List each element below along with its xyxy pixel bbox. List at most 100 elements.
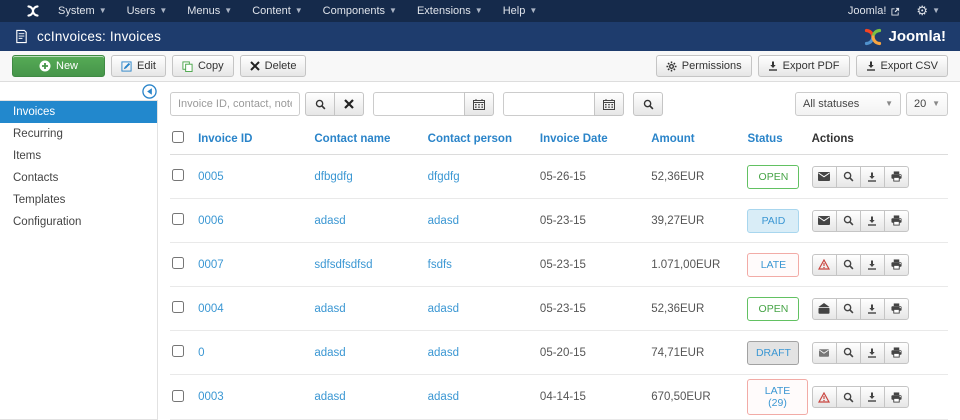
contact-name-link[interactable]: adasd <box>314 391 345 403</box>
status-badge[interactable]: OPEN <box>747 164 800 189</box>
print-button[interactable] <box>883 253 909 276</box>
contact-name-link[interactable]: adasd <box>314 303 345 315</box>
sidebar-item-templates[interactable]: Templates <box>0 189 157 211</box>
new-button[interactable]: New <box>12 55 106 77</box>
sidebar-collapse-button[interactable] <box>142 84 157 99</box>
preview-button[interactable] <box>835 209 861 232</box>
export-csv-button[interactable]: Export CSV <box>855 55 948 77</box>
sort-contact-name[interactable]: Contact name <box>314 133 390 145</box>
menu-content[interactable]: Content ▼ <box>242 5 312 17</box>
preview-button[interactable] <box>835 253 861 276</box>
sort-invoice-date[interactable]: Invoice Date <box>540 133 608 145</box>
permissions-button[interactable]: Permissions <box>655 55 752 77</box>
print-button[interactable] <box>883 341 909 364</box>
date-to-calendar-button[interactable] <box>594 92 624 116</box>
print-button[interactable] <box>883 386 909 408</box>
search-button[interactable] <box>305 92 335 116</box>
menu-help[interactable]: Help ▼ <box>493 5 548 17</box>
date-from-input[interactable] <box>373 92 465 116</box>
row-checkbox[interactable] <box>172 345 184 357</box>
print-button[interactable] <box>883 209 909 232</box>
invoice-id-link[interactable]: 0004 <box>198 303 224 315</box>
preview-button[interactable] <box>835 386 861 408</box>
overdue-warning-button[interactable] <box>811 386 837 408</box>
download-icon <box>867 172 877 182</box>
email-sent-button[interactable] <box>811 297 837 320</box>
edit-button[interactable]: Edit <box>111 55 166 77</box>
contact-person-link[interactable]: adasd <box>428 303 459 315</box>
download-button[interactable] <box>859 253 885 276</box>
contact-name-link[interactable]: adasd <box>314 347 345 359</box>
sort-amount[interactable]: Amount <box>651 133 694 145</box>
contact-person-link[interactable]: adasd <box>428 215 459 227</box>
contact-person-link[interactable]: adasd <box>428 347 459 359</box>
date-search-button[interactable] <box>633 92 663 116</box>
download-button[interactable] <box>859 341 885 364</box>
date-to-input[interactable] <box>503 92 595 116</box>
preview-button[interactable] <box>835 297 861 320</box>
preview-button[interactable] <box>835 165 861 188</box>
print-button[interactable] <box>883 297 909 320</box>
send-email-button[interactable] <box>811 165 837 188</box>
send-email-button[interactable] <box>811 341 837 364</box>
menu-components[interactable]: Components ▼ <box>313 5 407 17</box>
status-badge[interactable]: DRAFT <box>747 340 800 365</box>
invoice-id-link[interactable]: 0 <box>198 347 204 359</box>
contact-name-link[interactable]: adasd <box>314 215 345 227</box>
view-site-link[interactable]: Joomla! <box>838 5 911 17</box>
sort-invoice-id[interactable]: Invoice ID <box>198 133 252 145</box>
menu-system[interactable]: System ▼ <box>48 5 117 17</box>
delete-button[interactable]: Delete <box>239 55 307 77</box>
status-badge[interactable]: LATE (29) <box>747 379 808 415</box>
download-button[interactable] <box>859 165 885 188</box>
row-checkbox[interactable] <box>172 169 184 181</box>
sidebar-item-invoices[interactable]: Invoices <box>0 101 157 123</box>
contact-name-link[interactable]: sdfsdfsdfsd <box>314 259 372 271</box>
send-email-button[interactable] <box>811 209 837 232</box>
download-button[interactable] <box>859 209 885 232</box>
sidebar-item-recurring[interactable]: Recurring <box>0 123 157 145</box>
menu-extensions[interactable]: Extensions ▼ <box>407 5 493 17</box>
print-button[interactable] <box>883 165 909 188</box>
menu-menus[interactable]: Menus ▼ <box>177 5 242 17</box>
search-input[interactable] <box>170 92 300 116</box>
component-header: ccInvoices: Invoices Joomla! <box>0 22 960 51</box>
sidebar-item-items[interactable]: Items <box>0 145 157 167</box>
list-limit-select[interactable]: 20 ▼ <box>906 92 948 116</box>
sort-status[interactable]: Status <box>747 133 782 145</box>
select-all-checkbox[interactable] <box>172 131 184 143</box>
contact-person-link[interactable]: dfgdfg <box>428 171 460 183</box>
sort-contact-person[interactable]: Contact person <box>428 133 512 145</box>
sidebar-item-contacts[interactable]: Contacts <box>0 167 157 189</box>
download-button[interactable] <box>859 386 885 408</box>
chevron-down-icon: ▼ <box>224 6 233 15</box>
row-checkbox[interactable] <box>172 389 184 402</box>
copy-button[interactable]: Copy <box>171 55 234 77</box>
chevron-down-icon: ▼ <box>98 6 107 15</box>
overdue-warning-button[interactable] <box>811 253 837 276</box>
menu-users[interactable]: Users ▼ <box>117 5 178 17</box>
status-filter-select[interactable]: All statuses ▼ <box>795 92 901 116</box>
contact-person-link[interactable]: fsdfs <box>428 259 452 271</box>
invoice-id-link[interactable]: 0007 <box>198 259 224 271</box>
date-from-calendar-button[interactable] <box>464 92 494 116</box>
row-checkbox[interactable] <box>172 301 184 313</box>
invoice-id-link[interactable]: 0005 <box>198 171 224 183</box>
admin-settings-menu[interactable]: ⚙ ▼ <box>910 3 946 19</box>
contact-name-link[interactable]: dfbgdfg <box>314 171 352 183</box>
invoice-id-link[interactable]: 0006 <box>198 215 224 227</box>
row-checkbox[interactable] <box>172 257 184 269</box>
export-pdf-button[interactable]: Export PDF <box>757 55 850 77</box>
status-badge[interactable]: OPEN <box>747 296 800 321</box>
contact-person-link[interactable]: adasd <box>428 391 459 403</box>
preview-button[interactable] <box>835 341 861 364</box>
status-badge[interactable]: PAID <box>747 208 800 233</box>
table-row: 0004 adasd adasd 05-23-15 52,36EUR OPEN <box>170 286 948 331</box>
invoice-id-link[interactable]: 0003 <box>198 391 224 403</box>
row-checkbox[interactable] <box>172 213 184 225</box>
clear-search-button[interactable] <box>334 92 364 116</box>
status-badge[interactable]: LATE <box>747 252 800 277</box>
sidebar-item-configuration[interactable]: Configuration <box>0 211 157 233</box>
download-button[interactable] <box>859 297 885 320</box>
envelope-icon <box>818 172 831 181</box>
